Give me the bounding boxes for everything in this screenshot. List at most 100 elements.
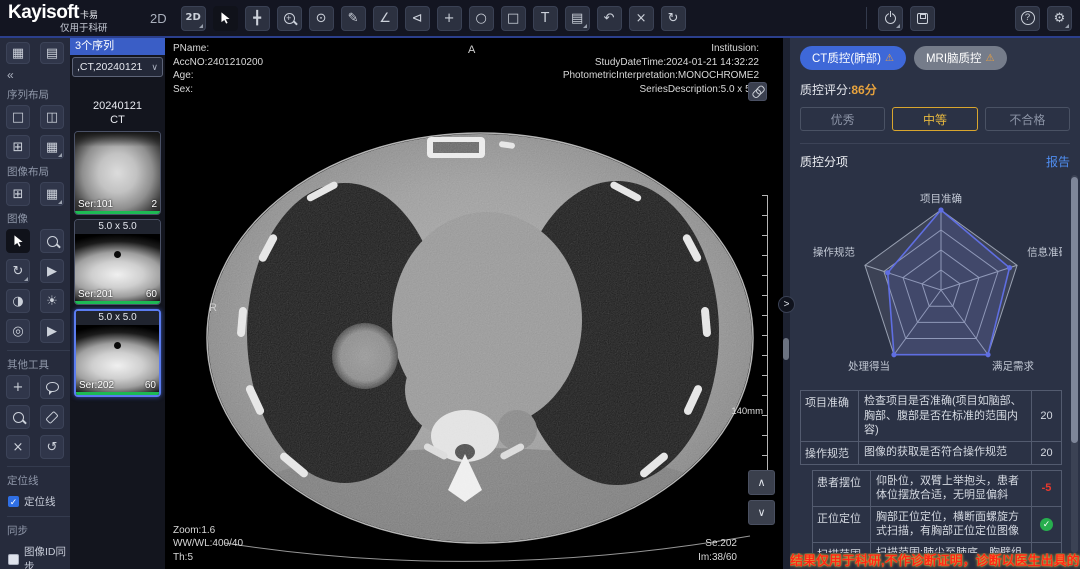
qc-tab-CT质控(肺部)[interactable]: CT质控(肺部)⚠ [800,46,906,70]
qc-row-desc: 检查项目是否准确(项目如脑部、胸部、腹部是否在标准的范围内容) [859,391,1031,441]
qc-section-title: 质控分项 [800,153,848,170]
overlay-line: WW/WL:400/40 [173,537,243,551]
radar-axis-label: 满足需求 [992,361,1034,373]
previous-image-button[interactable]: ∧ [748,470,775,495]
brightness-button[interactable]: ☀ [40,289,64,313]
link-icon [748,82,766,100]
image-layout-2x2-button[interactable]: ⊞ [6,182,30,206]
image-viewport[interactable]: PName:AccNO:2401210200Age:Sex: Institusi… [165,38,783,569]
delete-button[interactable]: × [629,6,654,31]
crosshair-button[interactable]: + [437,6,462,31]
roi-zoom-button[interactable] [6,405,30,429]
target-button[interactable]: ◎ [6,319,30,343]
radar-axis-label: 项目准确 [920,192,962,205]
series-layout-1x1-button[interactable]: □ [6,105,30,129]
close-button[interactable]: × [6,435,30,459]
unchecked-checkbox-icon[interactable] [8,554,19,565]
series-thumbnail[interactable]: Ser:1012 [74,131,161,215]
qc-scrollbar-thumb[interactable] [1071,177,1078,443]
invert-icon: ◑ [12,295,23,308]
tool-grid: □ ◫ ⊞ ▦ [0,105,70,159]
pointer-button[interactable] [6,229,30,253]
pencil-button[interactable]: ✎ [341,6,366,31]
qc-tab-MRI脑质控[interactable]: MRI脑质控⚠ [914,46,1007,70]
layout-2d-button[interactable]: 2D [181,6,206,31]
grade-button-不合格[interactable]: 不合格 [985,107,1070,131]
series-layout-2x2-button[interactable]: ⊞ [6,135,30,159]
pan-button[interactable]: ╋ [245,6,270,31]
qc-panel: CT质控(肺部)⚠MRI脑质控⚠ 质控评分:86分 优秀中等不合格 质控分项 报… [790,38,1080,569]
series-layout-3x3-icon: ▦ [46,141,58,154]
series-layout-3x3-button[interactable]: ▦ [40,135,64,159]
invert-button[interactable]: ◑ [6,289,30,313]
next-image-button[interactable]: ∨ [748,500,775,525]
angle-button[interactable]: ∠ [373,6,398,31]
qc-scrollbar[interactable] [1071,175,1078,553]
disclaimer-marquee: 结果仅用于科研,不作诊断证明，诊断以医生出具的诊断 [790,553,1080,569]
pointer-button[interactable] [213,6,238,31]
add-button[interactable]: + [6,375,30,399]
restore-button[interactable]: ↺ [40,435,64,459]
expand-panel-button[interactable]: > [778,296,795,313]
comment-button[interactable] [40,375,64,399]
checked-checkbox-icon[interactable]: ✓ [8,496,19,507]
app-logo: Kayisoft卡易 仅用于科研 [0,3,150,34]
layout-2d-icon: 2D [185,13,200,23]
save-button[interactable] [910,6,935,31]
divider-drag-handle[interactable] [783,338,789,360]
cobb-angle-button[interactable]: ⊲ [405,6,430,31]
text-annotation-icon: T [541,12,549,25]
series-dropdown[interactable]: ,CT,20240121 ∨ [72,57,163,77]
grade-button-中等[interactable]: 中等 [892,107,977,131]
zoom-button[interactable] [277,6,302,31]
qc-table-row: 患者摆位仰卧位，双臂上举抱头，患者体位摆放合适，无明显偏斜-5 [813,471,1061,507]
magnifier-button[interactable] [40,229,64,253]
checkbox-定位线[interactable]: ✓定位线 [8,494,70,509]
study-info-overlay: Institusion:StudyDateTime:2024-01-21 14:… [563,42,759,96]
thumbnail-image-count: 60 [145,380,156,391]
series-thumbnail[interactable]: 5.0 x 5.0Ser:20160 [74,219,161,305]
grade-button-优秀[interactable]: 优秀 [800,107,885,131]
image-layout-3x3-button[interactable]: ▦ [40,182,64,206]
checkbox-图像ID同步[interactable]: 图像ID同步 [8,544,70,569]
restore-icon: ↺ [47,441,58,454]
report-link[interactable]: 报告 [1046,153,1070,170]
series-layout-1x2-button[interactable]: ◫ [40,105,64,129]
flag-button[interactable]: ▶ [40,259,64,283]
qc-scroll-area[interactable]: 项目准确信息准确满足需求处理得当操作规范 项目准确检查项目是否准确(项目如脑部、… [800,170,1070,569]
cobb-angle-icon: ⊲ [412,12,423,25]
pencil-icon: ✎ [348,12,359,25]
overlay-line: Zoom:1.6 [173,524,243,538]
rotate-button[interactable]: ↻ [6,259,30,283]
brand-name: Kayisoft [8,2,79,23]
export-report-button[interactable]: ▤ [40,42,64,64]
delete-icon: × [636,12,647,25]
series-thumbnail[interactable]: 5.0 x 5.0Ser:20260 [74,309,161,397]
help-button[interactable]: ? [1015,6,1040,31]
toolbar-right: ?⚙ [862,6,1080,31]
reset-button[interactable]: ↻ [661,6,686,31]
crosshair-icon: + [444,12,455,25]
link-series-button[interactable] [748,82,767,101]
play-button[interactable]: ▶ [40,319,64,343]
study-modality: CT [70,113,165,127]
power-button[interactable] [878,6,903,31]
thumbnail-image: Ser:20260 [76,325,159,395]
qc-row-desc: 图像的获取是否符合操作规范 [859,442,1031,464]
collapse-sidebar-button[interactable]: « [7,68,70,82]
cine-panel-button[interactable]: ▤ [565,6,590,31]
ellipse-button[interactable]: ○ [469,6,494,31]
overlay-line: Th:5 [173,551,243,565]
series-grid-button[interactable]: ▦ [6,42,30,64]
series-grid-icon: ▦ [12,47,24,60]
dot-probe-button[interactable]: ⊙ [309,6,334,31]
play-icon: ▶ [47,325,57,338]
qc-row-score: 20 [1031,391,1061,441]
angle-icon: ∠ [379,12,391,25]
settings-button[interactable]: ⚙ [1047,6,1072,31]
undo-button[interactable]: ↶ [597,6,622,31]
text-annotation-button[interactable]: T [533,6,558,31]
rectangle-button[interactable]: □ [501,6,526,31]
eraser-button[interactable] [40,405,64,429]
tool-section-label: 图像 [7,211,70,226]
